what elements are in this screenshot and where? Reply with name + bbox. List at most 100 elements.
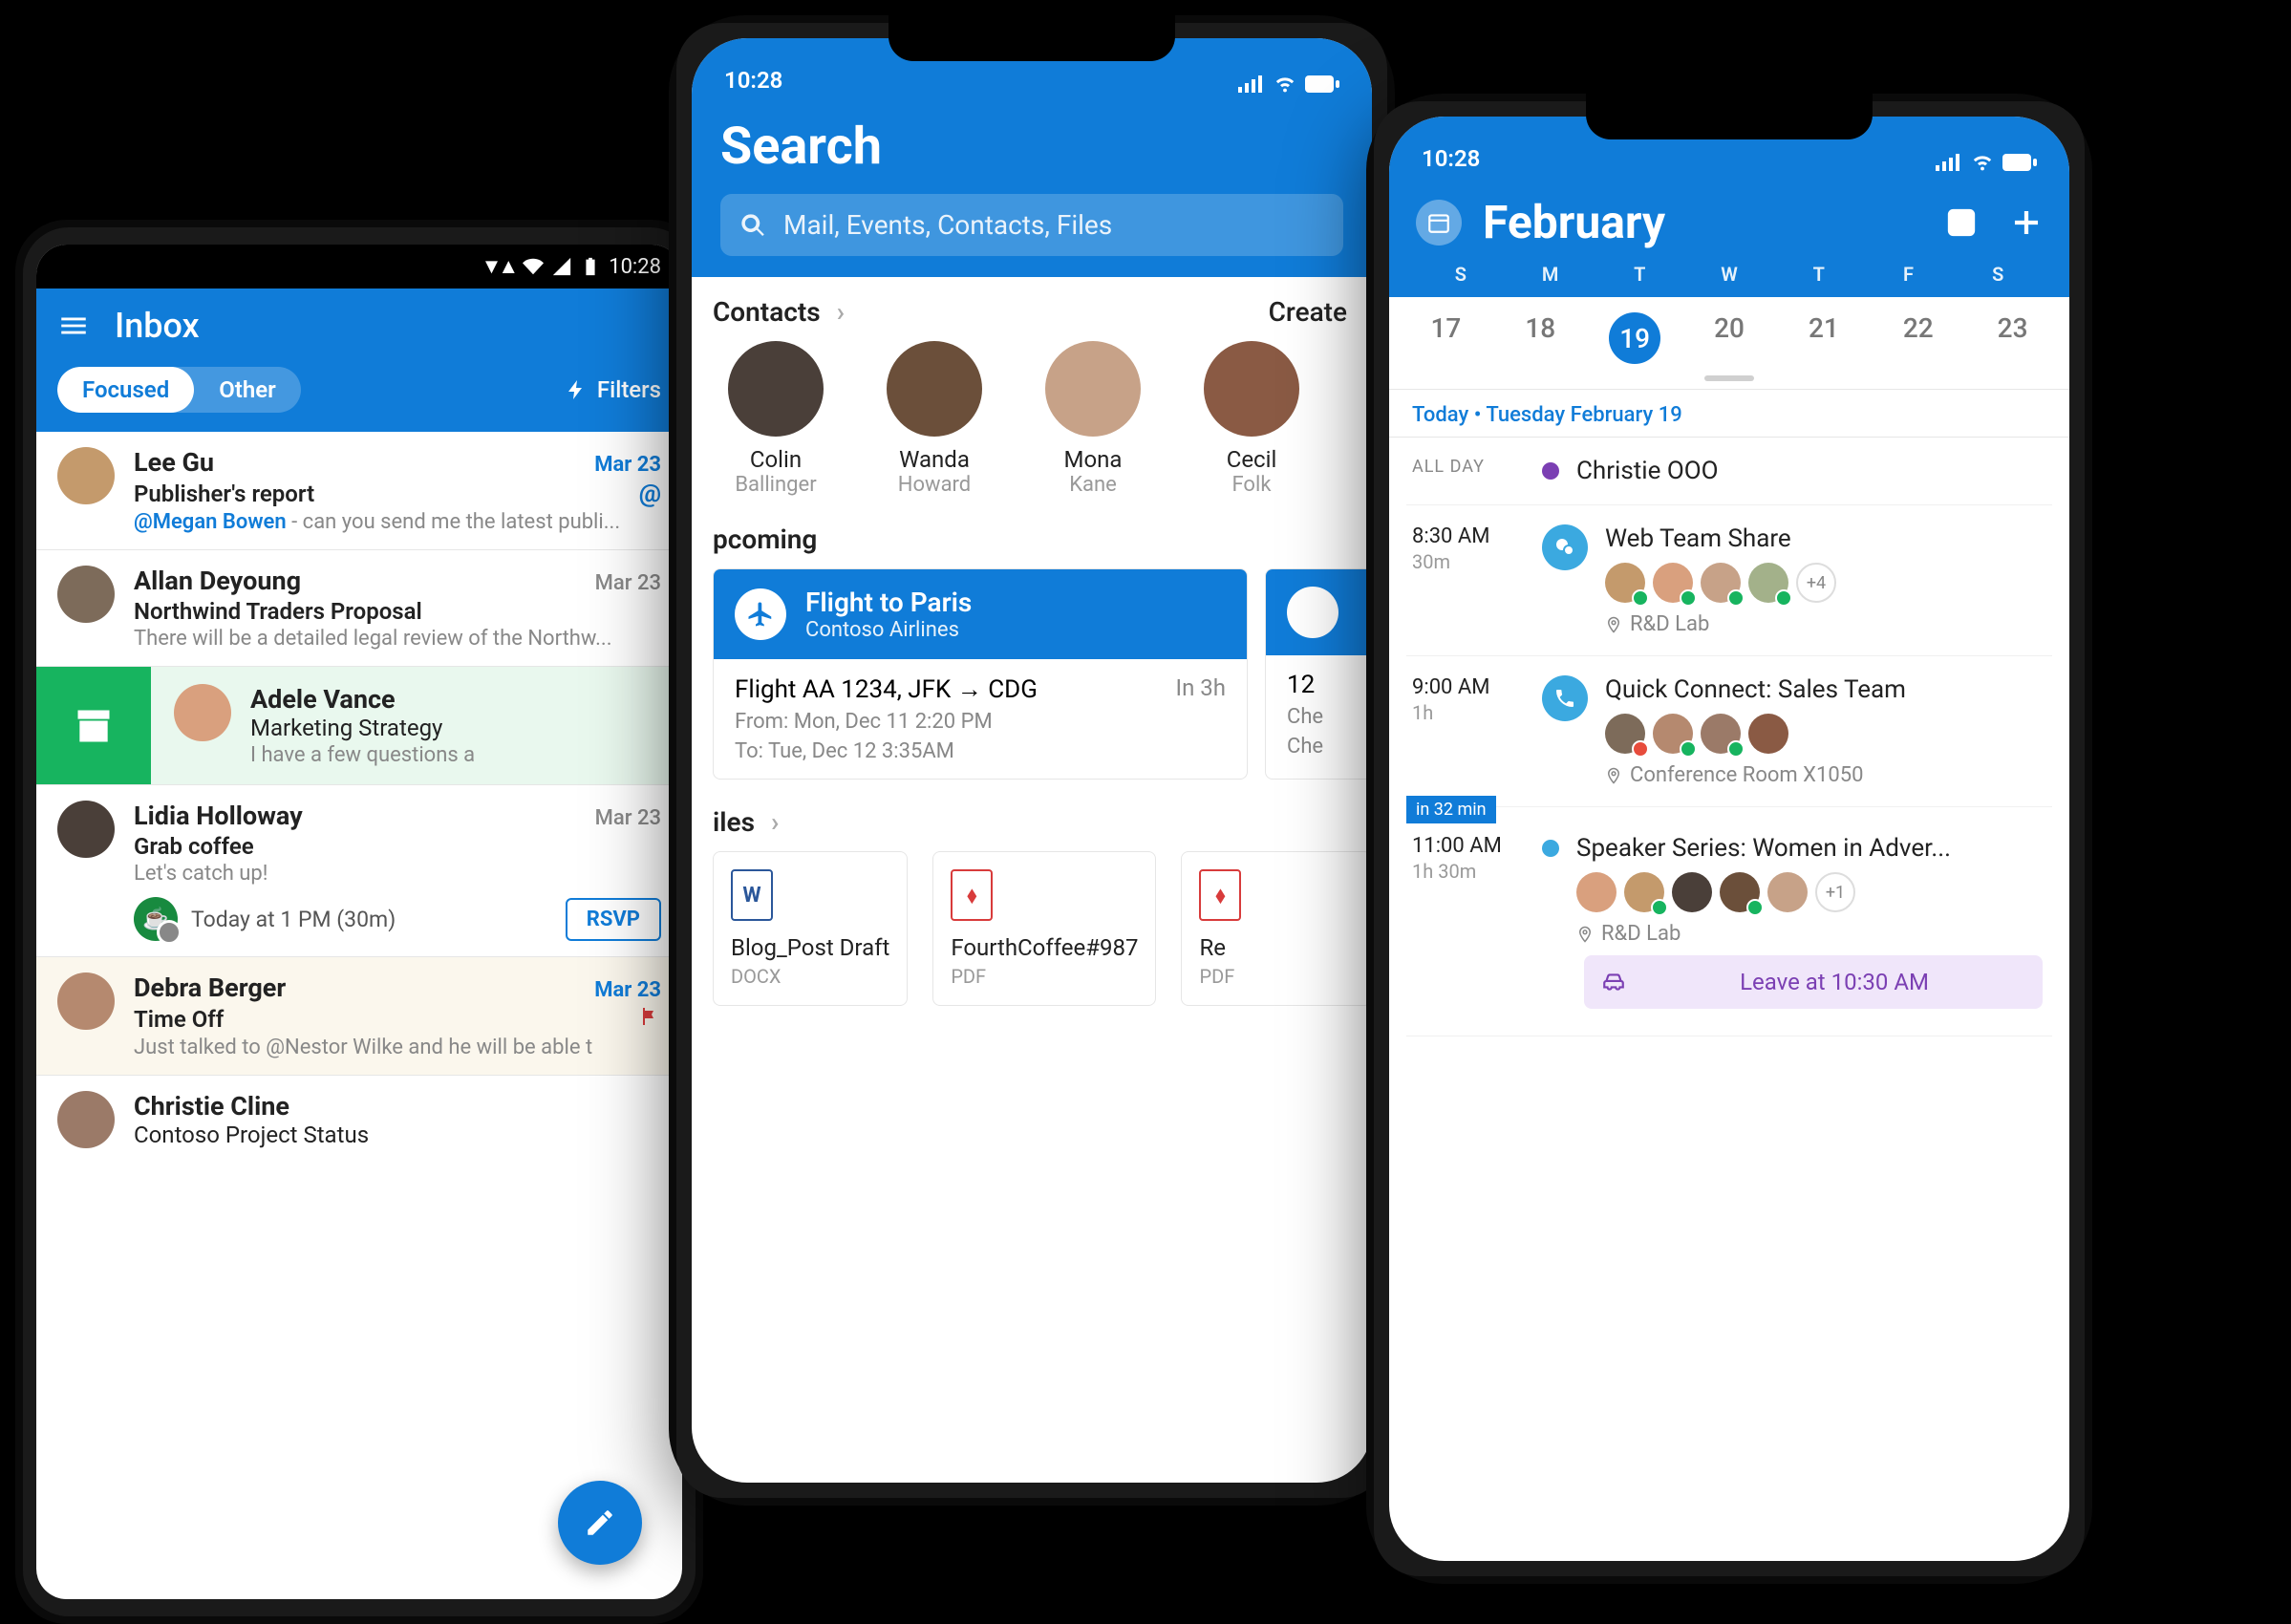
- soon-badge: in 32 min: [1406, 796, 1496, 823]
- attendee-avatar: [1767, 872, 1808, 912]
- agenda-list: ALL DAY Christie OOO 8:30 AM30m Web Team…: [1389, 438, 2069, 1036]
- file-item[interactable]: ⬧FourthCoffee#987PDF: [932, 851, 1156, 1006]
- tab-other[interactable]: Other: [194, 367, 301, 413]
- contact-item[interactable]: CecilFolk: [1188, 341, 1315, 497]
- phone-android: 10:28 Inbox Focused Other Filters: [15, 220, 703, 1624]
- network-icon: [482, 254, 516, 279]
- attendee-avatar: [1653, 563, 1693, 603]
- date-picker-row[interactable]: 17 18 19 20 21 22 23: [1389, 297, 2069, 390]
- mail-item[interactable]: Lee GuMar 23 Publisher's report@ @Megan …: [36, 432, 682, 550]
- date-cell[interactable]: 21: [1776, 312, 1871, 364]
- file-item[interactable]: WBlog_Post DraftDOCX: [713, 851, 908, 1006]
- archive-icon: [73, 705, 115, 747]
- mail-item[interactable]: Christie Cline Contoso Project Status: [36, 1076, 682, 1164]
- avatar: [57, 801, 115, 858]
- pencil-icon: [584, 1506, 616, 1539]
- attendee-avatar: [1748, 563, 1788, 603]
- mail-item[interactable]: Debra BergerMar 23 Time Off Just talked …: [36, 957, 682, 1076]
- upcoming-card[interactable]: Flight to ParisContoso Airlines Flight A…: [713, 568, 1248, 780]
- car-icon: [1601, 970, 1626, 994]
- more-attendees[interactable]: +4: [1796, 563, 1836, 603]
- avatar: [57, 972, 115, 1030]
- inbox-title: Inbox: [115, 306, 200, 346]
- location-icon: [1605, 616, 1622, 633]
- android-status-bar: 10:28: [36, 245, 682, 288]
- signal-icon: [1936, 154, 1962, 171]
- search-icon: [739, 212, 766, 239]
- mail-item-swiped[interactable]: Adele Vance Marketing Strategy I have a …: [36, 667, 682, 785]
- word-icon: W: [731, 869, 773, 921]
- attendee-avatar: [1605, 563, 1645, 603]
- agenda-event[interactable]: in 32 min 11:00 AM1h 30m Speaker Series:…: [1406, 807, 2052, 1036]
- date-cell[interactable]: 23: [1965, 312, 2060, 364]
- agenda-event[interactable]: 9:00 AM1h Quick Connect: Sales Team Conf…: [1406, 656, 2052, 807]
- files-section: iles › WBlog_Post DraftDOCX ⬧FourthCoffe…: [692, 787, 1372, 1014]
- mail-item[interactable]: Allan DeyoungMar 23 Northwind Traders Pr…: [36, 550, 682, 667]
- section-title[interactable]: Contacts ›: [713, 296, 845, 328]
- signal-icon: [551, 256, 572, 277]
- avatar: [174, 684, 231, 741]
- attendee-avatar: [1701, 714, 1741, 754]
- iphone-notch: [1586, 94, 1873, 139]
- lightning-icon: [565, 378, 588, 401]
- date-cell[interactable]: 20: [1682, 312, 1777, 364]
- filters-button[interactable]: Filters: [565, 376, 661, 403]
- inbox-header: Inbox Focused Other Filters: [36, 288, 682, 432]
- leave-reminder[interactable]: Leave at 10:30 AM: [1584, 955, 2043, 1009]
- attendee-avatar: [1701, 563, 1741, 603]
- rsvp-button[interactable]: RSVP: [566, 898, 661, 941]
- add-event-icon[interactable]: [2010, 206, 2043, 239]
- date-cell[interactable]: 18: [1493, 312, 1588, 364]
- pdf-icon: ⬧: [1199, 869, 1241, 921]
- create-button[interactable]: Create: [1269, 296, 1347, 328]
- signal-icon: [1238, 75, 1265, 93]
- contacts-section: Contacts › Create ColinBallinger WandaHo…: [692, 277, 1372, 504]
- contact-item[interactable]: MonaKane: [1030, 341, 1156, 497]
- battery-icon: [580, 256, 601, 277]
- focused-other-toggle[interactable]: Focused Other: [57, 367, 301, 413]
- agenda-event[interactable]: 8:30 AM30m Web Team Share +4 R&D Lab: [1406, 505, 2052, 656]
- search-input[interactable]: Mail, Events, Contacts, Files: [720, 194, 1343, 256]
- date-cell[interactable]: 17: [1399, 312, 1493, 364]
- section-title[interactable]: iles ›: [713, 806, 779, 838]
- location-icon: [1605, 767, 1622, 784]
- agenda-view-icon[interactable]: [1945, 206, 1978, 239]
- section-title[interactable]: pcoming: [713, 524, 817, 555]
- wifi-icon: [1273, 75, 1297, 94]
- date-cell[interactable]: 22: [1871, 312, 1965, 364]
- compose-fab[interactable]: [558, 1481, 642, 1565]
- avatar: [57, 1091, 115, 1148]
- mail-item[interactable]: Lidia HollowayMar 23 Grab coffee Let's c…: [36, 785, 682, 957]
- agenda-allday[interactable]: ALL DAY Christie OOO: [1406, 438, 2052, 505]
- date-cell-selected[interactable]: 19: [1588, 312, 1682, 364]
- drag-handle[interactable]: [1704, 375, 1754, 381]
- upcoming-section: pcoming Flight to ParisContoso Airlines …: [692, 504, 1372, 787]
- archive-action[interactable]: [36, 667, 151, 784]
- attendee-avatar: [1624, 872, 1664, 912]
- attendee-avatar: [1748, 714, 1788, 754]
- battery-icon: [2002, 154, 2037, 171]
- wifi-icon: [1970, 153, 1995, 172]
- more-attendees[interactable]: +1: [1815, 872, 1855, 912]
- location-icon: [1576, 926, 1594, 943]
- attendee-avatar: [1653, 714, 1693, 754]
- attendee-avatar: [1605, 714, 1645, 754]
- upcoming-card[interactable]: 12 Che Che: [1265, 568, 1372, 780]
- mention-icon: @: [639, 480, 661, 508]
- contact-item[interactable]: WandaHoward: [871, 341, 997, 497]
- search-placeholder: Mail, Events, Contacts, Files: [783, 209, 1112, 241]
- file-item[interactable]: ⬧RePDF: [1181, 851, 1372, 1006]
- tab-focused[interactable]: Focused: [57, 367, 194, 413]
- day-of-week-row: SMTWTFS: [1416, 263, 2043, 297]
- attendee-avatar: [1720, 872, 1760, 912]
- status-time: 10:28: [1422, 145, 1480, 172]
- chat-icon: [1542, 524, 1588, 570]
- mail-list: Lee GuMar 23 Publisher's report@ @Megan …: [36, 432, 682, 1164]
- hamburger-icon[interactable]: [57, 310, 90, 342]
- event-dot: [1542, 462, 1559, 480]
- calendar-icon[interactable]: [1416, 200, 1462, 246]
- month-title[interactable]: February: [1483, 195, 1665, 249]
- contact-item[interactable]: ColinBallinger: [713, 341, 839, 497]
- attendee-avatar: [1672, 872, 1712, 912]
- plane-icon: [735, 588, 786, 640]
